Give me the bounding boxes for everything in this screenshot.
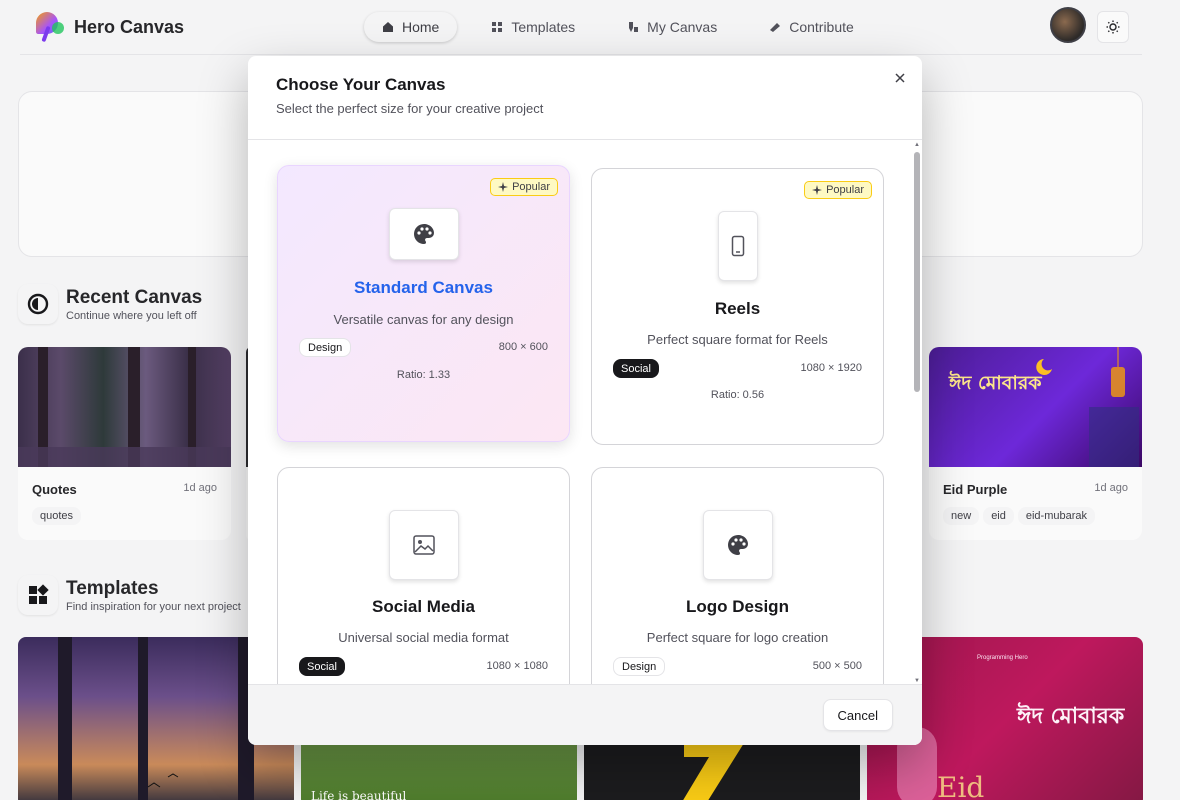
close-icon [895,73,905,83]
canvas-option-standard[interactable]: Popular Standard Canvas Versatile canvas… [277,165,570,442]
image-icon [389,510,459,580]
dialog-header: Choose Your Canvas Select the perfect si… [248,56,922,140]
popular-badge-label: Popular [512,181,550,193]
category-badge: Social [299,657,345,676]
canvas-dimensions: 1080 × 1920 [800,362,862,374]
phone-icon [718,211,758,281]
popular-badge-label: Popular [826,184,864,196]
canvas-options-list[interactable]: Popular Standard Canvas Versatile canvas… [248,140,922,684]
canvas-ratio: Ratio: 1.33 [396,369,451,381]
canvas-ratio: Ratio: 0.56 [710,389,765,401]
canvas-dimensions: 800 × 600 [498,341,548,353]
canvas-dimensions: 500 × 500 [812,660,862,672]
canvas-option-reels[interactable]: Popular Reels Perfect square format for … [591,168,884,445]
dialog-footer: Cancel [248,684,922,745]
canvas-option-logo-design[interactable]: Logo Design Perfect square for logo crea… [591,467,884,684]
scrollbar-thumb[interactable] [914,152,920,392]
palette-icon [389,208,459,260]
dialog-title: Choose Your Canvas [276,75,446,94]
category-badge: Design [613,657,666,676]
palette-icon [703,510,773,580]
choose-canvas-dialog: Choose Your Canvas Select the perfect si… [248,56,922,745]
canvas-dimensions: 1080 × 1080 [486,660,548,672]
scrollbar[interactable]: ▲ ▼ [914,142,920,684]
sparkle-icon [812,185,823,195]
popular-badge: Popular [804,181,872,199]
canvas-option-description: Versatile canvas for any design [333,312,514,327]
category-badge: Design [299,338,352,357]
canvas-option-description: Universal social media format [338,630,509,645]
cancel-button[interactable]: Cancel [822,699,893,731]
dialog-subtitle: Select the perfect size for your creativ… [276,101,544,116]
canvas-option-name: Standard Canvas [354,278,493,297]
canvas-option-name: Social Media [372,597,475,616]
canvas-option-description: Perfect square format for Reels [647,332,828,347]
canvas-option-name: Reels [714,299,761,318]
canvas-option-name: Logo Design [686,597,789,616]
canvas-option-description: Perfect square for logo creation [646,630,829,645]
close-button[interactable] [892,70,908,86]
popular-badge: Popular [490,178,558,196]
scroll-up-arrow[interactable]: ▲ [914,142,920,148]
sparkle-icon [498,182,509,192]
canvas-option-social-media[interactable]: Social Media Universal social media form… [277,467,570,684]
category-badge: Social [613,359,659,378]
